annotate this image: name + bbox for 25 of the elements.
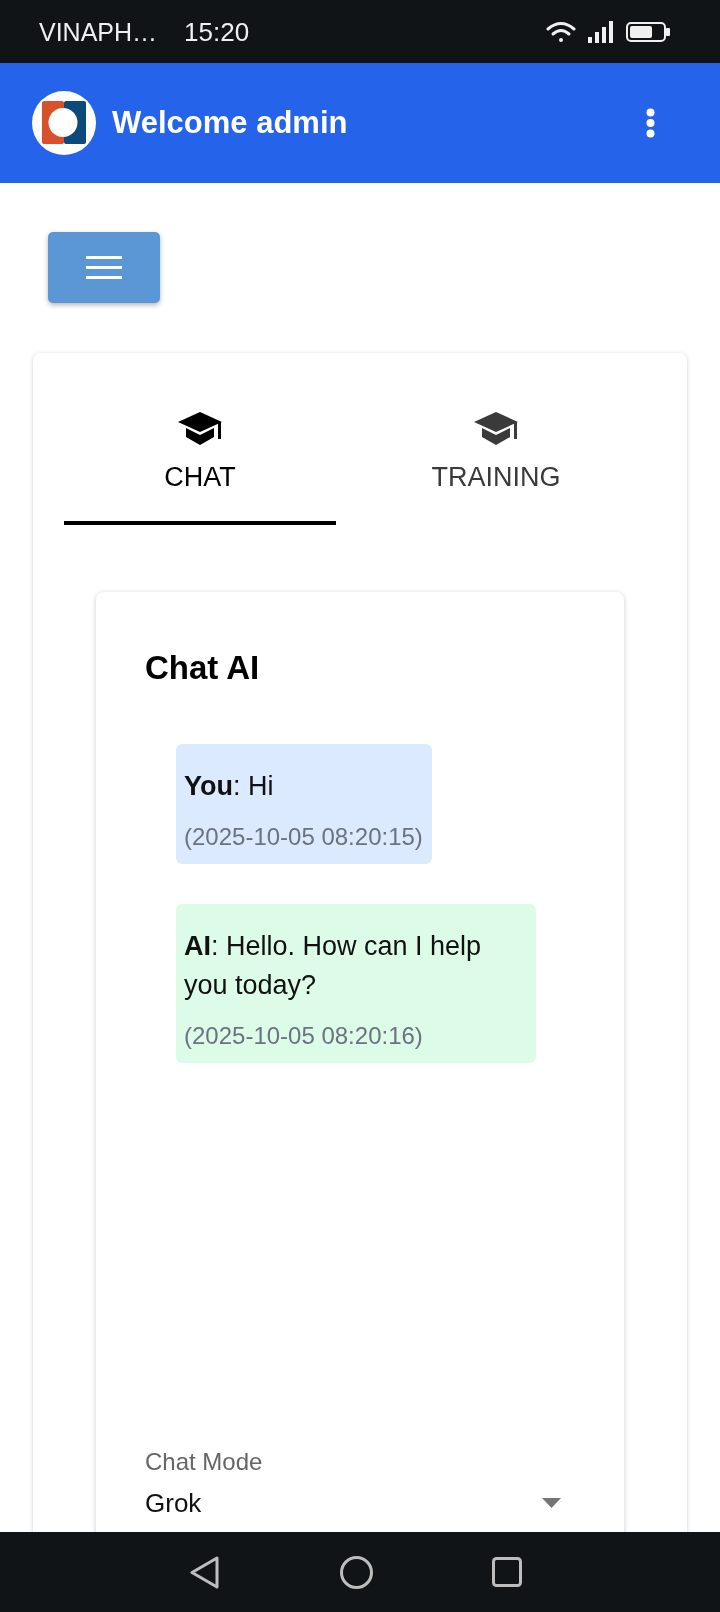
clock-time: 15:20 [184,16,250,47]
logo-icon [32,91,96,155]
tab[interactable]: TRAINING [336,400,656,525]
chat-title: Chat AI [145,648,261,688]
back-icon[interactable] [190,1555,219,1589]
graduation-cap-icon [178,412,222,447]
tab[interactable]: CHAT [64,400,336,525]
carrier-name: VINAPH… [39,16,158,47]
message-timestamp: (2025-10-05 08:20:15) [184,822,423,852]
caret-down-icon [542,1498,561,1508]
wifi-icon [546,20,576,43]
graduation-cap-icon [474,412,518,447]
message-timestamp: (2025-10-05 08:20:16) [184,1021,424,1051]
menu-button[interactable] [48,232,160,303]
message-text: AI: Hello. How can I help you today? [184,930,483,1002]
message-text: You: Hi [184,770,275,803]
battery-icon [626,21,670,42]
field-label: Chat Mode [145,1447,263,1477]
menu-icon [86,256,122,279]
signal-icon [588,20,614,43]
home-icon[interactable] [340,1555,373,1589]
chat-mode-select[interactable]: Chat Mode Grok [145,1447,575,1520]
header-title: Welcome admin [112,105,348,141]
more-vertical-icon [645,108,655,138]
recents-icon[interactable] [492,1557,522,1587]
